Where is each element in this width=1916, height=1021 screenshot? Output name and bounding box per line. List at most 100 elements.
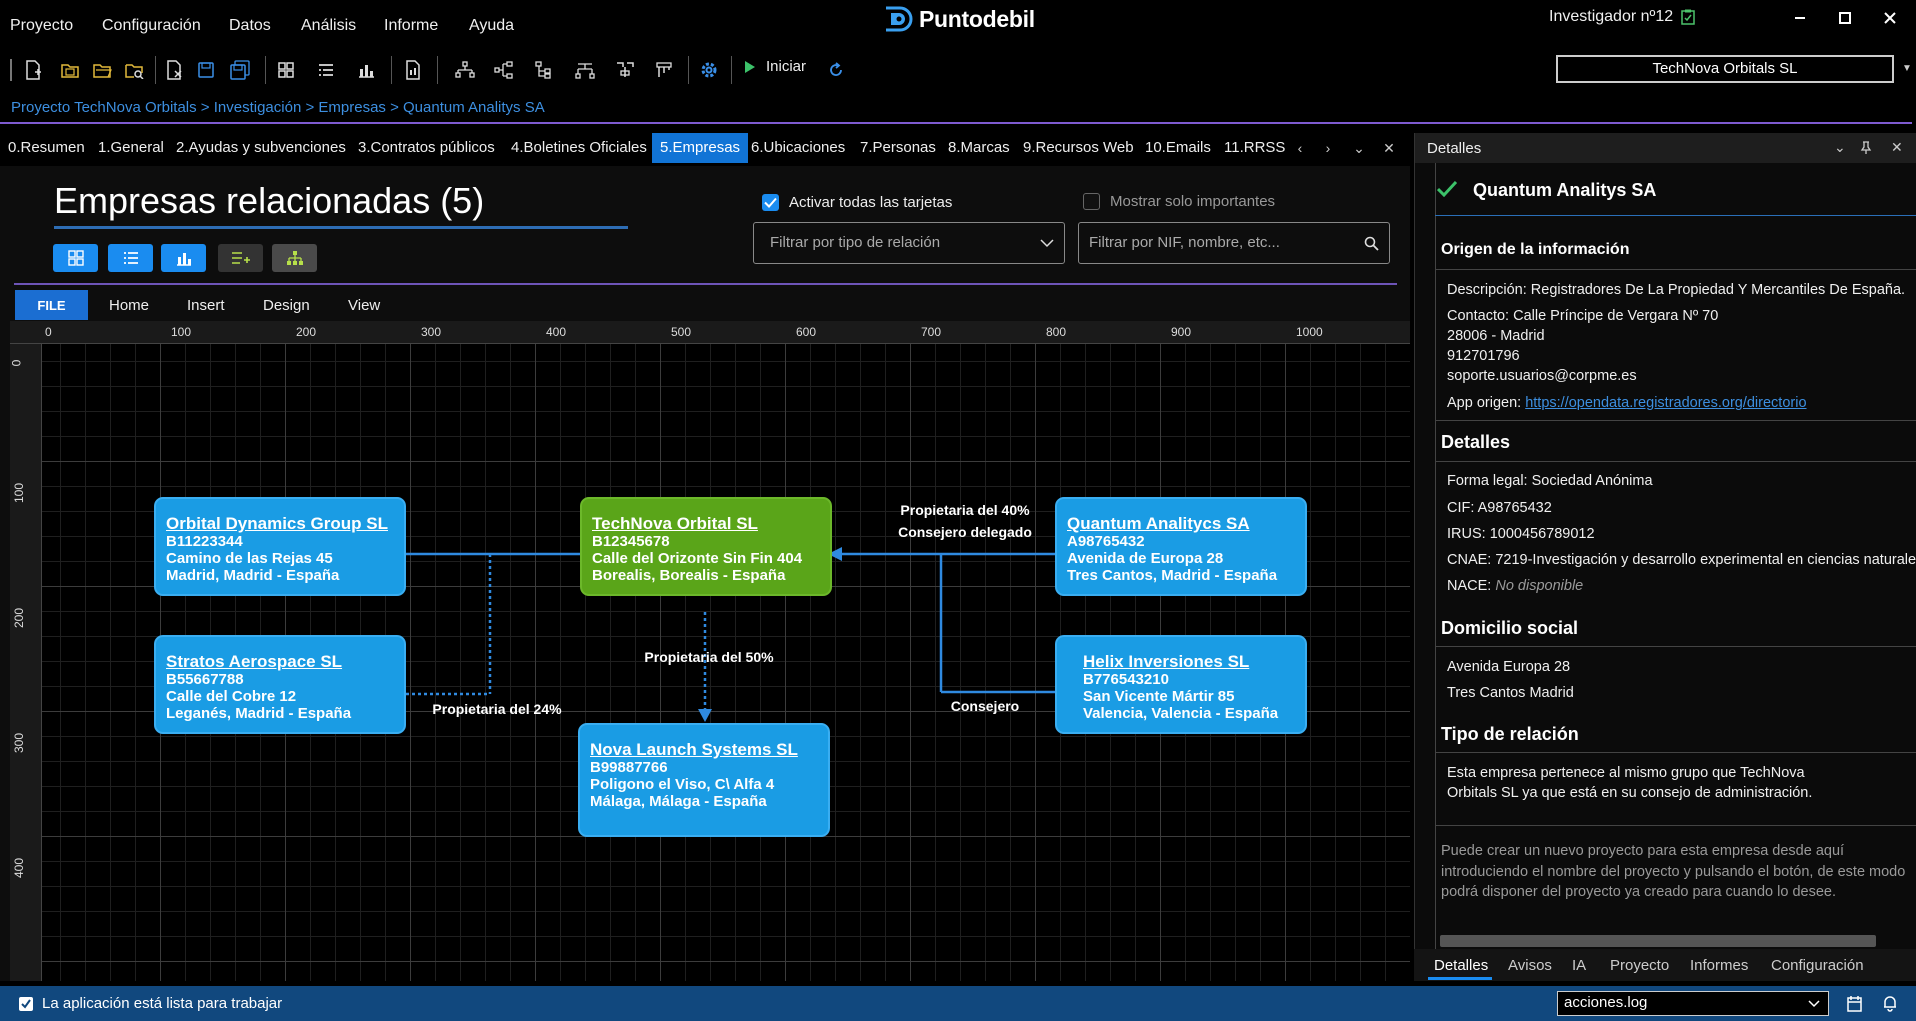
ribbon-tab-design[interactable]: Design (263, 297, 310, 314)
menu-proyecto[interactable]: Proyecto (10, 17, 73, 35)
user-indicator[interactable]: Investigador nº12 (1549, 8, 1695, 26)
legal-form: Forma legal: Sociedad Anónima (1447, 473, 1653, 489)
company-node[interactable]: Nova Launch Systems SL B99887766 Poligon… (578, 723, 830, 837)
diagram-canvas[interactable]: Orbital Dynamics Group SL B11223344 Cami… (42, 344, 1410, 981)
close-window-icon[interactable] (1873, 6, 1907, 30)
ribbon-tab-view[interactable]: View (348, 297, 380, 314)
activate-all-toggle[interactable]: Activar todas las tarjetas (762, 194, 952, 211)
maximize-icon[interactable] (1828, 6, 1862, 30)
relation-filter-dropdown[interactable]: Filtrar por tipo de relación (753, 222, 1065, 264)
company-node[interactable]: Orbital Dynamics Group SL B11223344 Cami… (154, 497, 406, 596)
chart-view-button[interactable] (161, 244, 206, 272)
layout-right-icon[interactable] (532, 58, 558, 82)
chevron-right-icon[interactable]: › (1318, 139, 1338, 157)
log-file-selector[interactable]: acciones.log (1557, 991, 1829, 1016)
save-icon[interactable] (193, 58, 219, 82)
bottom-tab-avisos[interactable]: Avisos (1508, 957, 1552, 974)
bottom-tab-configuracion[interactable]: Configuración (1771, 957, 1864, 974)
ribbon-file-tab[interactable]: FILE (15, 290, 88, 320)
app-origin-link[interactable]: https://opendata.registradores.org/direc… (1525, 395, 1806, 411)
company-name[interactable]: Stratos Aerospace SL (166, 653, 394, 670)
gear-icon[interactable] (696, 58, 722, 82)
ruler-label: 0 (9, 359, 24, 367)
checkbox-unchecked-icon[interactable] (1083, 193, 1100, 210)
tab-emails[interactable]: 10.Emails (1137, 133, 1219, 163)
minimize-icon[interactable] (1783, 6, 1817, 30)
nace-label: NACE: (1447, 578, 1492, 594)
company-node[interactable]: Helix Inversiones SL B776543210 San Vice… (1055, 635, 1307, 734)
company-name[interactable]: Helix Inversiones SL (1083, 653, 1295, 670)
search-input[interactable]: Filtrar por NIF, nombre, etc... (1078, 222, 1390, 264)
menu-configuracion[interactable]: Configuración (102, 17, 201, 35)
tab-recursos-web[interactable]: 9.Recursos Web (1015, 133, 1142, 163)
tab-boletines[interactable]: 4.Boletines Oficiales (503, 133, 655, 163)
bottom-tab-ia[interactable]: IA (1572, 957, 1586, 974)
add-list-button[interactable] (218, 244, 263, 272)
company-node[interactable]: Stratos Aerospace SL B55667788 Calle del… (154, 635, 406, 734)
menu-analisis[interactable]: Análisis (301, 17, 356, 35)
search-icon[interactable] (1364, 236, 1379, 251)
toolbar-grip (10, 59, 12, 81)
tab-marcas[interactable]: 8.Marcas (940, 133, 1018, 163)
tab-ayudas[interactable]: 2.Ayudas y subvenciones (168, 133, 354, 163)
company-name[interactable]: Orbital Dynamics Group SL (166, 515, 394, 532)
tab-personas[interactable]: 7.Personas (852, 133, 944, 163)
grid-view-icon[interactable] (273, 58, 299, 82)
bottom-tab-informes[interactable]: Informes (1690, 957, 1748, 974)
menu-datos[interactable]: Datos (229, 17, 271, 35)
hierarchy-view-button[interactable] (272, 244, 317, 272)
refresh-icon[interactable] (823, 58, 849, 82)
chart-view-icon[interactable] (353, 58, 379, 82)
close-document-icon[interactable] (161, 58, 187, 82)
layout-bottom-icon[interactable] (572, 58, 598, 82)
close-panel-icon[interactable]: ✕ (1891, 139, 1903, 156)
only-important-toggle[interactable]: Mostrar solo importantes (1083, 193, 1275, 210)
list-view-button[interactable] (108, 244, 153, 272)
cards-view-button[interactable] (53, 244, 98, 272)
menu-ayuda[interactable]: Ayuda (469, 17, 514, 35)
chevron-down-icon[interactable]: ⌄ (1349, 139, 1369, 157)
checkbox-checked-icon[interactable] (762, 194, 779, 211)
save-all-icon[interactable] (227, 58, 253, 82)
breadcrumb[interactable]: Proyecto TechNova Orbitals > Investigaci… (11, 99, 545, 116)
layout-left-icon[interactable] (491, 58, 517, 82)
details-scrollbar[interactable] (1440, 935, 1876, 947)
menu-informe[interactable]: Informe (384, 17, 438, 35)
layout-tree-icon[interactable] (452, 58, 478, 82)
close-tab-icon[interactable]: ✕ (1379, 139, 1399, 157)
bottom-tab-detalles[interactable]: Detalles (1434, 957, 1488, 974)
project-selector-dropdown-icon[interactable]: ▼ (1902, 63, 1912, 74)
title-underline (54, 226, 628, 229)
report-icon[interactable] (400, 58, 426, 82)
tab-rrss[interactable]: 11.RRSS (1216, 133, 1293, 163)
list-view-icon[interactable] (313, 58, 339, 82)
new-document-icon[interactable] (20, 58, 46, 82)
ribbon-tab-home[interactable]: Home (109, 297, 149, 314)
company-name[interactable]: Quantum Analitycs SA (1067, 515, 1295, 532)
search-folder-icon[interactable] (121, 58, 147, 82)
tab-general[interactable]: 1.General (90, 133, 172, 163)
chevron-left-icon[interactable]: ‹ (1290, 139, 1310, 157)
app-origin-label: App origen: (1447, 395, 1522, 411)
company-node[interactable]: Quantum Analitycs SA A98765432 Avenida d… (1055, 497, 1307, 596)
bottom-tab-proyecto[interactable]: Proyecto (1610, 957, 1669, 974)
layout-top-icon[interactable] (612, 58, 638, 82)
tab-ubicaciones[interactable]: 6.Ubicaciones (743, 133, 853, 163)
calendar-icon[interactable] (1847, 995, 1863, 1013)
bell-icon[interactable] (1882, 994, 1898, 1012)
company-node-main[interactable]: TechNova Orbital SL B12345678 Calle del … (580, 497, 832, 596)
company-name[interactable]: Nova Launch Systems SL (590, 741, 818, 758)
open-folder-icon[interactable] (89, 58, 115, 82)
company-name[interactable]: TechNova Orbital SL (592, 515, 820, 532)
tab-resumen[interactable]: 0.Resumen (0, 133, 93, 163)
pin-icon[interactable] (1860, 141, 1872, 155)
start-button[interactable]: Iniciar (744, 58, 806, 75)
layout-custom-icon[interactable] (651, 58, 677, 82)
copy-folder-icon[interactable] (57, 58, 83, 82)
chevron-down-icon[interactable]: ⌄ (1834, 139, 1846, 156)
ribbon-tab-insert[interactable]: Insert (187, 297, 225, 314)
project-selector[interactable]: TechNova Orbitals SL (1556, 55, 1894, 83)
tab-contratos[interactable]: 3.Contratos públicos (350, 133, 503, 163)
tab-empresas[interactable]: 5.Empresas (652, 133, 749, 163)
details-divider (1435, 269, 1916, 270)
